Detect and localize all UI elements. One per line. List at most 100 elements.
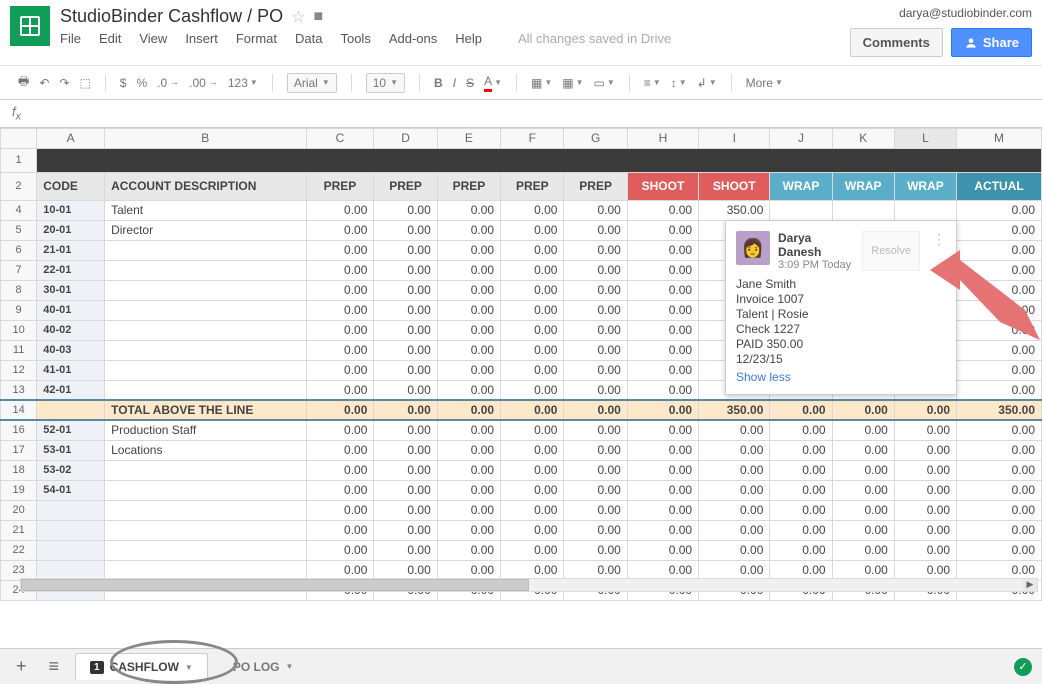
cell[interactable] [105,280,306,300]
cell[interactable]: 0.00 [374,420,437,440]
cell[interactable]: 0.00 [501,500,564,520]
cell[interactable]: 0.00 [699,520,770,540]
cell[interactable]: Locations [105,440,306,460]
cell[interactable]: 0.00 [437,360,500,380]
cell[interactable]: 0.00 [374,320,437,340]
menu-help[interactable]: Help [455,31,482,46]
cell[interactable]: 40-01 [37,300,105,320]
cell[interactable]: 0.00 [374,260,437,280]
cell[interactable]: 0.00 [437,260,500,280]
cell[interactable]: 0.00 [894,440,956,460]
cell[interactable]: 0.00 [501,320,564,340]
row-header[interactable]: 5 [1,220,37,240]
menu-insert[interactable]: Insert [185,31,218,46]
cell[interactable]: 0.00 [306,380,374,400]
cell[interactable]: 0.00 [306,240,374,260]
cell[interactable]: 0.00 [374,520,437,540]
row-header[interactable]: 7 [1,260,37,280]
cell[interactable] [105,340,306,360]
cell[interactable]: Director [105,220,306,240]
cell[interactable]: 0.00 [501,220,564,240]
paint-format-icon[interactable]: ⬚ [79,76,90,90]
cell[interactable]: 0.00 [627,460,698,480]
column-header[interactable]: G [564,128,627,148]
cell[interactable]: 0.00 [437,540,500,560]
cell[interactable]: 0.00 [627,360,698,380]
cell[interactable]: 0.00 [957,360,1042,380]
cell[interactable] [105,480,306,500]
cell[interactable]: 40-03 [37,340,105,360]
cell[interactable]: 53-01 [37,440,105,460]
cell[interactable]: 0.00 [627,340,698,360]
cell[interactable]: 0.00 [374,200,437,220]
cell[interactable]: 0.00 [894,500,956,520]
cell[interactable]: 0.00 [501,260,564,280]
comments-button[interactable]: Comments [850,28,943,57]
cell[interactable]: 0.00 [374,480,437,500]
cell[interactable]: 0.00 [699,460,770,480]
cell[interactable]: 0.00 [306,200,374,220]
menu-view[interactable]: View [139,31,167,46]
cell[interactable]: 0.00 [957,440,1042,460]
tab-cashflow[interactable]: 1 CASHFLOW ▼ [75,653,208,680]
dec-up-button[interactable]: .00→ [189,76,218,90]
row-header[interactable]: 16 [1,420,37,440]
column-header[interactable]: J [770,128,832,148]
cell[interactable]: 20-01 [37,220,105,240]
cell[interactable]: PREP [437,172,500,200]
cell[interactable]: 0.00 [501,380,564,400]
dec-down-button[interactable]: .0→ [157,76,179,90]
scroll-thumb[interactable] [21,579,529,591]
wrap-icon[interactable]: ↲ ▼ [697,76,717,90]
cell[interactable]: 0.00 [564,520,627,540]
cell[interactable]: 350.00 [699,200,770,220]
cell[interactable]: 0.00 [306,360,374,380]
cell[interactable]: PREP [374,172,437,200]
tab-polog[interactable]: PO LOG ▼ [218,653,309,681]
font-select[interactable]: Arial▼ [287,73,337,93]
currency-button[interactable]: $ [120,76,127,90]
cell[interactable]: 0.00 [564,360,627,380]
cell[interactable]: 0.00 [957,460,1042,480]
menu-format[interactable]: Format [236,31,277,46]
cell[interactable]: 0.00 [437,300,500,320]
row-header[interactable]: 20 [1,500,37,520]
cell[interactable]: 0.00 [564,480,627,500]
cell[interactable]: 0.00 [957,540,1042,560]
cell[interactable] [105,380,306,400]
menu-addons[interactable]: Add-ons [389,31,437,46]
column-header[interactable]: B [105,128,306,148]
cell[interactable]: Production Staff [105,420,306,440]
cell[interactable]: ACTUAL [957,172,1042,200]
cell[interactable]: 0.00 [832,480,894,500]
comment-menu-icon[interactable]: ⋮ [932,231,946,271]
cell[interactable]: 0.00 [957,280,1042,300]
cell[interactable]: 0.00 [957,220,1042,240]
cell[interactable]: 0.00 [564,260,627,280]
scroll-right-icon[interactable]: ▶ [1023,579,1037,591]
cell[interactable]: 0.00 [306,320,374,340]
cell[interactable]: 0.00 [627,300,698,320]
row-header[interactable]: 19 [1,480,37,500]
column-header[interactable]: I [699,128,770,148]
cell[interactable]: 0.00 [957,520,1042,540]
cell[interactable]: 0.00 [564,300,627,320]
cell[interactable]: 0.00 [564,320,627,340]
cell[interactable]: 0.00 [437,500,500,520]
cell[interactable]: 0.00 [374,380,437,400]
cell[interactable]: 0.00 [957,240,1042,260]
font-size-select[interactable]: 10▼ [366,73,405,93]
cell[interactable]: 0.00 [770,520,832,540]
cell[interactable]: 0.00 [306,220,374,240]
cell[interactable]: WRAP [894,172,956,200]
row-header[interactable]: 8 [1,280,37,300]
cell[interactable]: WRAP [770,172,832,200]
cell[interactable] [105,320,306,340]
row-header[interactable]: 13 [1,380,37,400]
horizontal-scrollbar[interactable]: ◀ ▶ [20,578,1038,592]
cell[interactable]: 0.00 [627,420,698,440]
cell[interactable]: 0.00 [627,520,698,540]
cell[interactable]: 0.00 [437,280,500,300]
row-header[interactable]: 12 [1,360,37,380]
halign-icon[interactable]: ≡ ▼ [644,76,661,90]
